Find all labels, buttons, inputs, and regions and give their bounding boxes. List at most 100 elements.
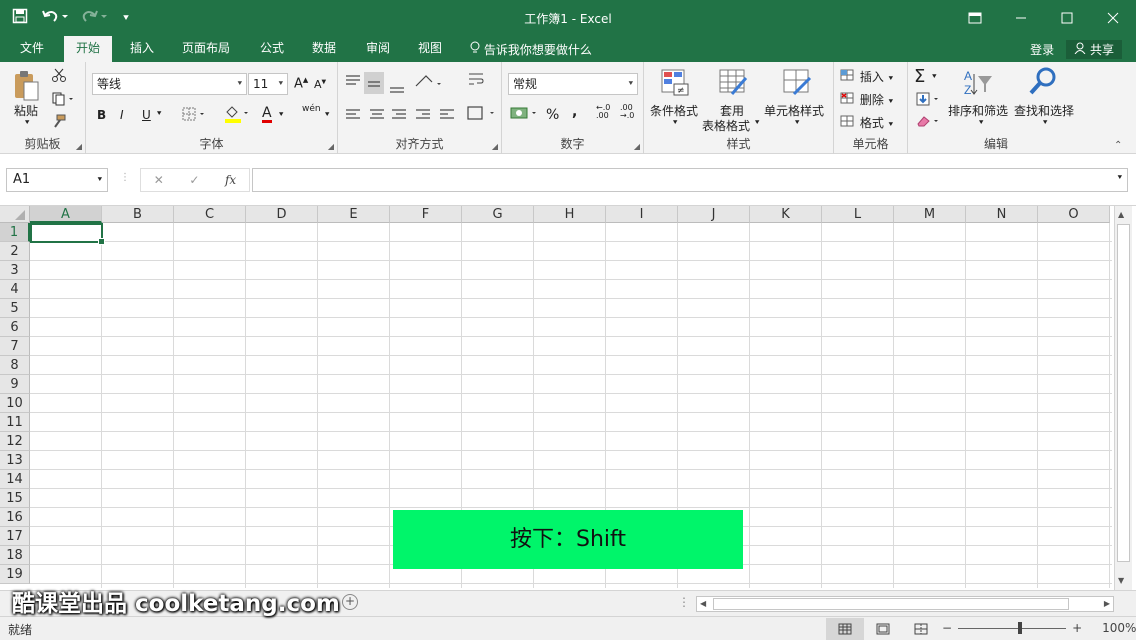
- tab-review[interactable]: 审阅: [354, 36, 402, 62]
- grow-font-button[interactable]: A▲: [294, 76, 308, 91]
- format-as-table-dropdown-icon[interactable]: ⯆: [754, 118, 760, 128]
- find-select-icon[interactable]: [1028, 66, 1058, 95]
- sort-dropdown-icon[interactable]: ⯆: [978, 118, 984, 128]
- find-dropdown-icon[interactable]: ⯆: [1042, 118, 1048, 128]
- copy-icon[interactable]: [52, 92, 74, 109]
- column-header-d[interactable]: D: [246, 206, 318, 223]
- row-header-11[interactable]: 11: [0, 413, 30, 432]
- number-format-box[interactable]: 常规 ⯆: [508, 73, 638, 95]
- chevron-down-icon[interactable]: ⯆: [931, 72, 937, 81]
- row-header-8[interactable]: 8: [0, 356, 30, 375]
- row-header-4[interactable]: 4: [0, 280, 30, 299]
- zoom-in-button[interactable]: +: [1072, 621, 1082, 635]
- tab-page-layout[interactable]: 页面布局: [170, 36, 242, 62]
- tab-file[interactable]: 文件: [8, 36, 56, 62]
- autosum-button[interactable]: Σ ⯆: [914, 66, 938, 87]
- underline-button[interactable]: U: [142, 108, 151, 122]
- share-button[interactable]: 共享: [1066, 40, 1122, 59]
- row-header-2[interactable]: 2: [0, 242, 30, 261]
- scroll-right-icon[interactable]: ▶: [1104, 599, 1110, 608]
- font-color-dropdown-icon[interactable]: ⯆: [278, 110, 284, 120]
- row-header-5[interactable]: 5: [0, 299, 30, 318]
- zoom-slider-knob[interactable]: [1018, 621, 1023, 634]
- italic-button[interactable]: I: [120, 108, 124, 122]
- insert-cells-button[interactable]: 插入 ⯆: [840, 68, 894, 85]
- formula-bar-splitter-icon[interactable]: ⋮: [120, 172, 130, 183]
- row-header-6[interactable]: 6: [0, 318, 30, 337]
- fill-color-icon[interactable]: [224, 105, 252, 126]
- vertical-scroll-thumb[interactable]: [1117, 224, 1130, 562]
- underline-dropdown-icon[interactable]: ⯆: [156, 109, 162, 119]
- alignment-launcher-icon[interactable]: ◢: [492, 142, 498, 151]
- enter-icon[interactable]: ✓: [189, 173, 199, 187]
- column-header-n[interactable]: N: [966, 206, 1038, 223]
- borders-icon[interactable]: [182, 107, 208, 124]
- horizontal-scrollbar[interactable]: ◀ ▶: [696, 596, 1114, 612]
- column-header-i[interactable]: I: [606, 206, 678, 223]
- row-header-12[interactable]: 12: [0, 432, 30, 451]
- zoom-level[interactable]: 100%: [1102, 621, 1136, 635]
- column-header-a[interactable]: A: [30, 206, 102, 223]
- page-break-view-icon[interactable]: [902, 618, 940, 640]
- minimize-icon[interactable]: [998, 0, 1044, 36]
- format-cells-button[interactable]: 格式 ⯆: [840, 114, 894, 131]
- row-header-9[interactable]: 9: [0, 375, 30, 394]
- find-select-button[interactable]: 查找和选择: [1014, 102, 1074, 119]
- tab-insert[interactable]: 插入: [118, 36, 166, 62]
- column-header-k[interactable]: K: [750, 206, 822, 223]
- chevron-down-icon[interactable]: ⯆: [97, 169, 103, 191]
- fill-icon[interactable]: [916, 92, 944, 109]
- tab-view[interactable]: 视图: [406, 36, 454, 62]
- paste-icon[interactable]: [12, 70, 42, 101]
- cell-styles-dropdown-icon[interactable]: ⯆: [794, 118, 800, 128]
- column-header-o[interactable]: O: [1038, 206, 1110, 223]
- paste-button[interactable]: 粘贴: [14, 102, 38, 119]
- column-header-h[interactable]: H: [534, 206, 606, 223]
- delete-cells-button[interactable]: 删除 ⯆: [840, 91, 894, 108]
- format-as-table-line2[interactable]: 表格格式: [702, 117, 750, 134]
- page-layout-view-icon[interactable]: [864, 618, 902, 640]
- row-header-1[interactable]: 1: [0, 223, 30, 242]
- chevron-down-icon[interactable]: ⯆: [888, 74, 894, 83]
- shrink-font-button[interactable]: A▼: [314, 78, 326, 91]
- row-header-13[interactable]: 13: [0, 451, 30, 470]
- new-sheet-icon[interactable]: +: [342, 594, 358, 610]
- row-header-3[interactable]: 3: [0, 261, 30, 280]
- clear-icon[interactable]: [916, 114, 944, 131]
- column-header-j[interactable]: J: [678, 206, 750, 223]
- maximize-icon[interactable]: [1044, 0, 1090, 36]
- tab-splitter-icon[interactable]: ⋮: [678, 595, 690, 609]
- column-header-e[interactable]: E: [318, 206, 390, 223]
- phonetic-dropdown-icon[interactable]: ⯆: [324, 110, 330, 120]
- row-header-14[interactable]: 14: [0, 470, 30, 489]
- column-header-l[interactable]: L: [822, 206, 894, 223]
- number-launcher-icon[interactable]: ◢: [634, 142, 640, 151]
- row-header-10[interactable]: 10: [0, 394, 30, 413]
- font-color-button[interactable]: A: [262, 106, 272, 123]
- active-cell-outline[interactable]: [30, 223, 105, 245]
- close-icon[interactable]: [1090, 0, 1136, 36]
- scroll-left-icon[interactable]: ◀: [700, 599, 706, 608]
- phonetic-button[interactable]: wén: [302, 104, 321, 114]
- row-header-16[interactable]: 16: [0, 508, 30, 527]
- collapse-ribbon-icon[interactable]: ⌃: [1114, 140, 1122, 151]
- format-painter-icon[interactable]: [52, 114, 66, 131]
- zoom-out-button[interactable]: −: [942, 621, 952, 635]
- formula-input[interactable]: ⯆: [252, 168, 1128, 192]
- row-header-15[interactable]: 15: [0, 489, 30, 508]
- chevron-down-icon[interactable]: ⯆: [278, 74, 284, 94]
- font-size-box[interactable]: 11 ⯆: [248, 73, 288, 95]
- column-header-b[interactable]: B: [102, 206, 174, 223]
- zoom-slider[interactable]: [958, 621, 1067, 634]
- decrease-decimal-icon[interactable]: .00 →.0: [620, 104, 634, 120]
- paste-dropdown-icon[interactable]: ⯆: [24, 118, 30, 128]
- conditional-formatting-icon[interactable]: ≠: [660, 68, 690, 96]
- normal-view-icon[interactable]: [826, 618, 864, 640]
- chevron-down-icon[interactable]: ⯆: [888, 120, 894, 129]
- tab-home[interactable]: 开始: [64, 36, 113, 62]
- row-header-19[interactable]: 19: [0, 565, 30, 584]
- signin-link[interactable]: 登录: [1030, 41, 1054, 58]
- font-launcher-icon[interactable]: ◢: [328, 142, 334, 151]
- column-header-f[interactable]: F: [390, 206, 462, 223]
- column-header-c[interactable]: C: [174, 206, 246, 223]
